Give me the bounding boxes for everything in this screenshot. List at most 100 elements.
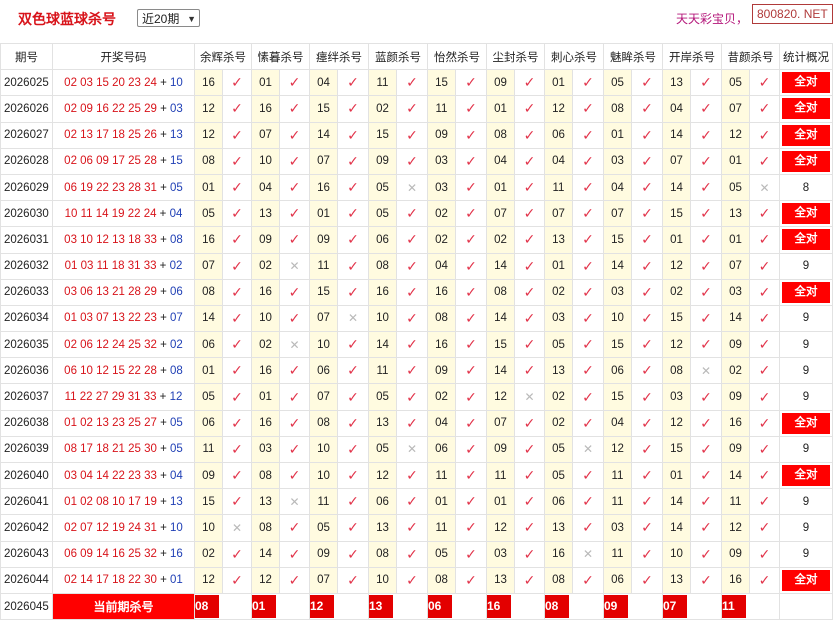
check-icon: ✓ (758, 440, 771, 457)
blue-ball: 05 (170, 417, 183, 430)
result-mark: ✓ (749, 488, 780, 516)
kill-number: 05 (368, 200, 397, 228)
kill-number: 02 (721, 357, 750, 385)
kill-number: 11 (603, 488, 632, 516)
check-icon: ✓ (406, 205, 418, 222)
check-icon: ✓ (406, 545, 418, 562)
period-select[interactable]: 近20期 ▼ (137, 9, 200, 27)
kill-number: 08 (427, 304, 456, 333)
kill-number: 12 (662, 252, 691, 280)
kill-number: 08 (544, 566, 573, 594)
kill-number: 09 (486, 435, 515, 464)
kill-number: 03 (544, 304, 573, 333)
kill-number: 02 (486, 226, 515, 254)
result-mark: ✓ (749, 278, 780, 306)
all-correct-badge: 全对 (782, 465, 830, 487)
check-icon: ✓ (231, 336, 243, 353)
check-icon: ✓ (465, 414, 477, 431)
kill-number: 04 (544, 147, 573, 175)
issue-number: 2026032 (0, 252, 53, 280)
check-icon: ✓ (347, 519, 359, 536)
check-icon: ✓ (465, 283, 477, 300)
red-balls: 01 02 13 23 25 27 (64, 417, 157, 430)
check-icon: ✓ (347, 231, 359, 248)
check-icon: ✓ (523, 440, 536, 457)
draw-numbers: 01 02 13 23 25 27 + 05 (52, 409, 195, 437)
kill-number: 14 (486, 357, 515, 385)
check-icon: ✓ (288, 74, 301, 91)
correct-count: 9 (802, 443, 810, 456)
check-icon: ✓ (406, 74, 418, 91)
issue-number: 2026041 (0, 488, 53, 516)
result-mark: ✓ (396, 566, 428, 594)
kill-number: 04 (662, 95, 691, 123)
check-icon: ✓ (758, 152, 771, 169)
kill-number: 14 (486, 252, 515, 280)
kill-number: 05 (194, 200, 223, 228)
check-icon: ✓ (582, 493, 594, 510)
column-header: 愫暮杀号 (251, 42, 310, 71)
result-mark: ✓ (337, 488, 369, 516)
check-icon: ✓ (288, 467, 301, 484)
column-header: 昔颜杀号 (721, 42, 780, 71)
check-icon: ✓ (231, 231, 243, 248)
check-icon: ✓ (641, 440, 653, 457)
current-kill-number: 06 (428, 595, 452, 619)
current-kill-cell: 07 (662, 592, 722, 620)
result-mark: ✓ (222, 331, 252, 359)
kill-number: 07 (309, 566, 338, 594)
kill-number: 04 (251, 173, 280, 202)
check-icon: ✓ (347, 74, 359, 91)
check-icon: ✓ (231, 74, 243, 91)
issue-number: 2026035 (0, 331, 53, 359)
result-mark: ✓ (514, 540, 545, 568)
kill-number: 01 (486, 173, 515, 202)
current-kill-cell: 16 (486, 592, 545, 620)
check-icon: ✓ (406, 388, 418, 405)
kill-number: 14 (251, 540, 280, 568)
result-mark: ✓ (749, 331, 780, 359)
check-icon: ✓ (641, 205, 653, 222)
current-summary-cell (779, 592, 833, 620)
result-mark: ✓ (279, 461, 310, 490)
result-mark: ✓ (514, 121, 545, 149)
result-mark: ✓ (337, 357, 369, 385)
check-icon: ✓ (523, 571, 536, 588)
kill-number: 08 (194, 147, 223, 175)
result-mark: ✓ (514, 226, 545, 254)
kill-number: 16 (251, 409, 280, 437)
kill-number: 15 (194, 488, 223, 516)
result-mark: ✓ (749, 357, 780, 385)
kill-number: 11 (603, 540, 632, 568)
promo-text[interactable]: 天天彩宝贝， (676, 10, 748, 27)
kill-number: 10 (194, 514, 223, 542)
cross-icon: ✕ (759, 180, 770, 195)
check-icon: ✓ (582, 152, 594, 169)
kill-number: 06 (194, 331, 223, 359)
kill-number: 11 (544, 173, 573, 202)
result-mark: ✓ (455, 226, 487, 254)
all-correct-badge: 全对 (782, 412, 830, 434)
check-icon: ✓ (582, 362, 594, 379)
current-kill-cell: 09 (603, 592, 663, 620)
issue-number: 2026040 (0, 461, 53, 490)
kill-number: 06 (194, 409, 223, 437)
check-icon: ✓ (758, 467, 771, 484)
kill-number: 06 (368, 488, 397, 516)
kill-number: 02 (427, 200, 456, 228)
kill-number: 08 (309, 409, 338, 437)
kill-number: 11 (603, 461, 632, 490)
issue-number: 2026029 (0, 173, 53, 202)
kill-number: 12 (721, 121, 750, 149)
check-icon: ✓ (758, 414, 771, 431)
kill-number: 02 (427, 383, 456, 411)
check-icon: ✓ (465, 205, 477, 222)
blue-ball: 04 (170, 469, 183, 482)
result-mark: ✓ (690, 304, 722, 333)
check-icon: ✓ (288, 571, 301, 588)
summary-cell: 全对 (779, 566, 833, 594)
result-mark: ✓ (514, 357, 545, 385)
cross-icon: ✕ (289, 494, 300, 509)
result-mark: ✓ (396, 69, 428, 97)
column-header: 期号 (0, 42, 53, 71)
